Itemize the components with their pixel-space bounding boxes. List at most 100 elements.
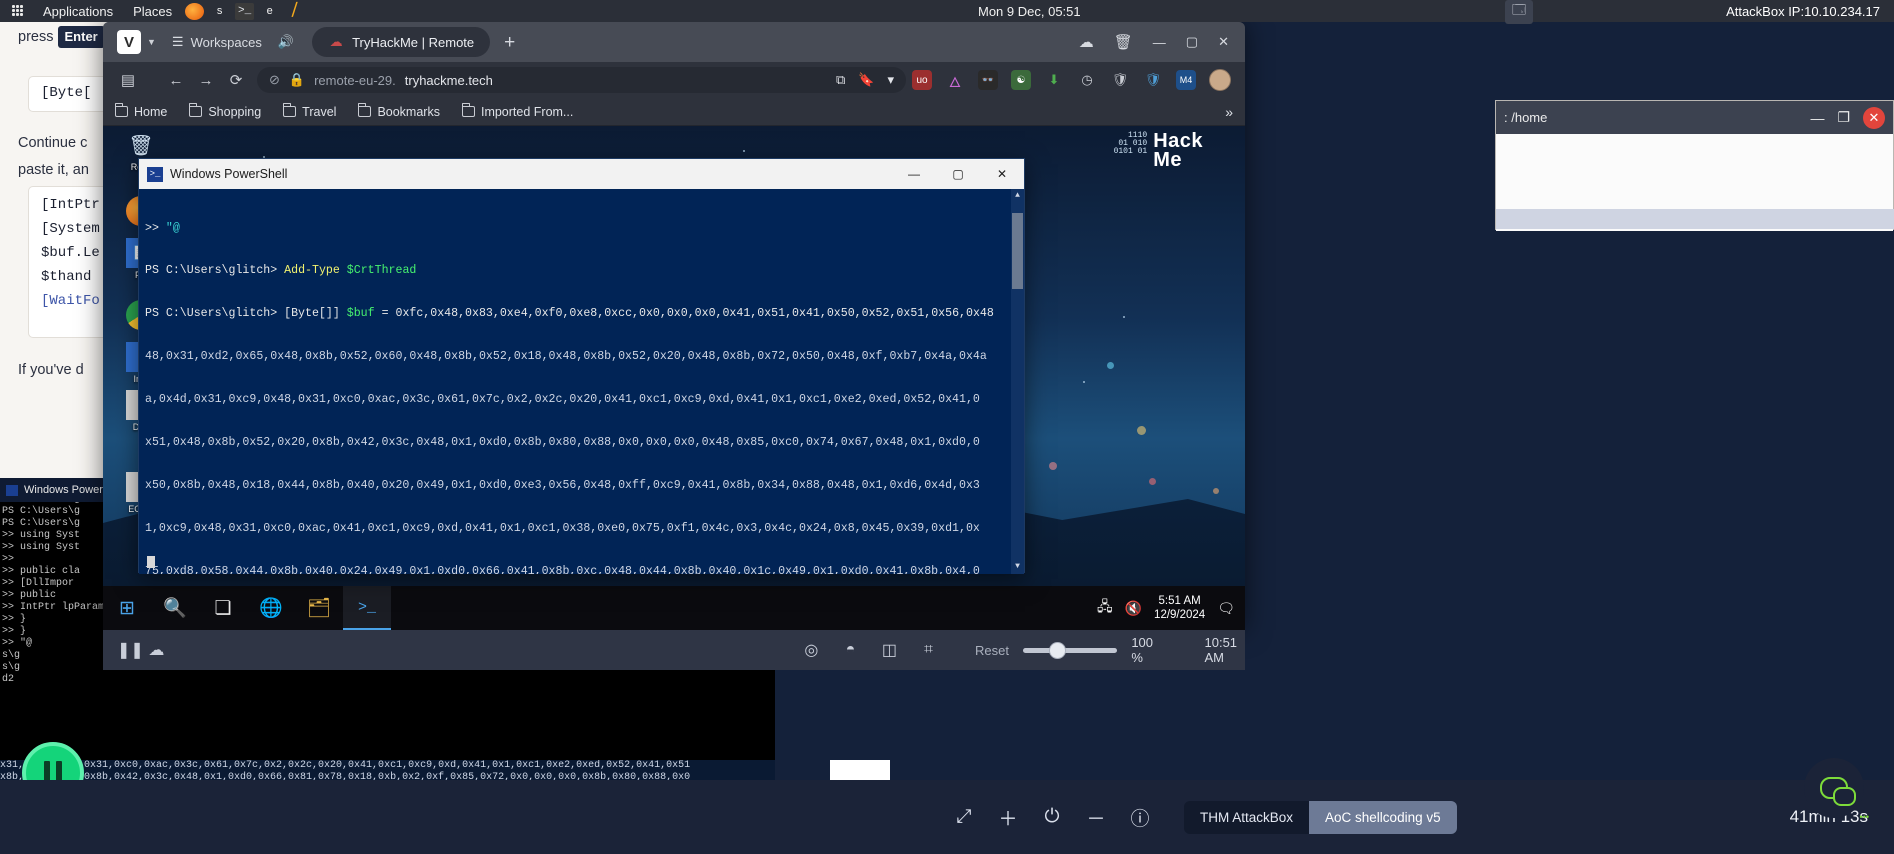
window-label-s[interactable]: s xyxy=(210,3,229,20)
windows-clock-time: 5:51 AM xyxy=(1158,595,1201,607)
browser-maximize-button[interactable]: ▢ xyxy=(1186,34,1198,50)
scrollbar-thumb[interactable] xyxy=(1012,213,1023,289)
reload-icon[interactable]: ⟳ xyxy=(221,67,251,93)
powershell-console-output[interactable]: >> "@ PS C:\Users\glitch> Add-Type $CrtT… xyxy=(139,189,1024,574)
mute-tab-icon[interactable]: 🔊 xyxy=(278,34,294,50)
folder-icon xyxy=(114,103,128,117)
task-view-icon[interactable]: ❏ xyxy=(199,586,247,630)
shield-off-icon[interactable]: ⊘ xyxy=(269,72,280,88)
info-icon[interactable]: ⓘ xyxy=(1118,795,1162,839)
browser-tab-tryhackme[interactable]: ☁ TryHackMe | Remote xyxy=(312,27,491,57)
trash-icon[interactable]: 🗑 xyxy=(1114,33,1133,51)
scroll-down-arrow[interactable]: ▼ xyxy=(1011,560,1024,574)
cloud-sync-icon[interactable]: ☁ xyxy=(1079,33,1094,51)
reset-button[interactable]: Reset xyxy=(975,643,1009,658)
shield-icon[interactable]: 🛡 xyxy=(1110,70,1130,90)
bookmark-home-label: Home xyxy=(134,104,168,119)
powershell-window[interactable]: >_ Windows PowerShell — ▢ ✕ >> "@ PS C:\… xyxy=(138,158,1025,574)
code2-line-3: $thand xyxy=(41,269,92,285)
bookmark-travel[interactable]: Travel xyxy=(282,103,336,119)
ublock-icon[interactable]: uo xyxy=(912,70,932,90)
volume-muted-icon[interactable]: 🔇 xyxy=(1125,600,1142,617)
panel-toggle-icon[interactable]: ▤ xyxy=(113,67,143,93)
lock-icon[interactable]: 🔒 xyxy=(289,72,305,88)
guacamole-toolbar: ❚❚ ☁ ◎ ◓ ◫ ⌗ Reset 100 % 10:51 AM xyxy=(103,630,1245,670)
powershell-minimize-button[interactable]: — xyxy=(892,159,936,189)
cloud-icon[interactable]: ☁ xyxy=(144,630,169,670)
chevron-down-icon[interactable]: ▼ xyxy=(147,37,156,47)
power-icon[interactable]: ⏻ xyxy=(1030,795,1074,839)
bookmarks-overflow-icon[interactable]: » xyxy=(1225,104,1233,120)
search-icon[interactable]: 🔍 xyxy=(151,586,199,630)
url-dropdown-icon[interactable]: ▾ xyxy=(887,72,894,88)
profile-avatar[interactable] xyxy=(1209,69,1231,91)
home-minimize-button[interactable]: — xyxy=(1810,110,1824,126)
minus-icon[interactable]: － xyxy=(1074,795,1118,839)
home-window-titlebar: : /home — ❐ ✕ xyxy=(1496,101,1893,134)
download-icon[interactable]: ⬇ xyxy=(1044,70,1064,90)
fullscreen-icon[interactable]: ⤢ xyxy=(942,795,986,839)
applications-menu[interactable]: Applications xyxy=(33,4,123,19)
copy-icon[interactable]: ⧉ xyxy=(836,72,845,88)
browser-tab-title: TryHackMe | Remote xyxy=(352,34,475,50)
security-icon[interactable]: 🛡 xyxy=(1143,70,1163,90)
eye-icon[interactable]: 👓 xyxy=(978,70,998,90)
chat-bubble-icon[interactable]: ••• xyxy=(1804,758,1869,822)
window-label-e[interactable]: e xyxy=(260,3,279,20)
ps-line: PS C:\Users\glitch> [Byte[]] $buf = 0xfc… xyxy=(145,307,994,321)
scroll-up-arrow[interactable]: ▲ xyxy=(1011,189,1024,203)
powershell-scrollbar[interactable]: ▲ ▼ xyxy=(1011,189,1024,574)
machine-pill-attackbox[interactable]: THM AttackBox xyxy=(1184,800,1310,834)
edge-icon[interactable]: 🌐 xyxy=(247,586,295,630)
vivaldi-logo-icon[interactable]: V xyxy=(117,30,141,54)
home-maximize-button[interactable]: ❐ xyxy=(1837,109,1850,126)
zoom-slider-knob[interactable] xyxy=(1049,641,1067,659)
bookmark-shopping[interactable]: Shopping xyxy=(188,103,261,119)
start-icon[interactable]: ⊞ xyxy=(103,586,151,630)
attackbox-clock[interactable]: Mon 9 Dec, 05:51 xyxy=(978,0,1081,22)
screenshot-icon[interactable]: ◎ xyxy=(799,630,824,670)
pause-icon[interactable]: ❚❚ xyxy=(117,630,144,670)
browser-minimize-button[interactable]: — xyxy=(1153,35,1166,50)
browser-close-button[interactable]: ✕ xyxy=(1218,34,1229,50)
machine-pill-aoc[interactable]: AoC shellcoding v5 xyxy=(1309,800,1457,834)
back-arrow-icon[interactable]: ← xyxy=(161,67,191,93)
home-file-window[interactable]: : /home — ❐ ✕ xyxy=(1495,100,1894,231)
clock-icon[interactable]: ◷ xyxy=(1077,70,1097,90)
applications-grid-icon[interactable] xyxy=(12,5,26,17)
windows-clock[interactable]: 5:51 AM 12/9/2024 xyxy=(1154,594,1205,622)
workspaces-button[interactable]: ☰ Workspaces xyxy=(172,34,262,50)
zoom-slider[interactable] xyxy=(1023,641,1118,659)
url-field[interactable]: ⊘ 🔒 remote-eu-29. tryhackme.tech ⧉ 🔖 ▾ xyxy=(257,67,906,93)
forward-arrow-icon[interactable]: → xyxy=(191,67,221,93)
m4-icon[interactable]: M4 xyxy=(1176,70,1196,90)
bookmark-imported-from[interactable]: Imported From... xyxy=(461,103,573,119)
terminal-icon[interactable]: >_ xyxy=(235,2,255,20)
powershell-taskbar-icon[interactable]: >_ xyxy=(343,586,391,630)
display-icon[interactable]: ◓ xyxy=(838,630,863,670)
network-warning-icon[interactable]: 🖧 xyxy=(1097,596,1113,620)
places-menu[interactable]: Places xyxy=(123,4,182,19)
powershell-icon: >_ xyxy=(147,166,163,182)
flame-icon[interactable]: 🜂 xyxy=(945,70,965,90)
remote-desktop-viewport[interactable]: 1110 01 010 0101 01 Hack Me 🗑 Recy xyxy=(103,126,1245,630)
home-close-button[interactable]: ✕ xyxy=(1863,106,1885,129)
code-icon[interactable]: ⌗ xyxy=(916,630,941,670)
file-explorer-icon[interactable]: 🗂 xyxy=(295,586,343,630)
plus-icon[interactable]: ＋ xyxy=(986,795,1030,839)
powershell-maximize-button[interactable]: ▢ xyxy=(936,159,980,189)
code2-line-2: $buf.Le xyxy=(41,245,100,261)
mask-icon[interactable]: ☯ xyxy=(1011,70,1031,90)
new-tab-button[interactable]: + xyxy=(504,33,515,52)
bookmark-icon[interactable]: 🔖 xyxy=(858,72,874,88)
notification-icon[interactable]: 🗨 xyxy=(1217,600,1235,617)
mirror-icon[interactable]: ◫ xyxy=(877,630,902,670)
bookmark-home[interactable]: Home xyxy=(114,103,168,119)
guacamole-clock: 10:51 AM xyxy=(1204,635,1238,665)
powershell-close-button[interactable]: ✕ xyxy=(980,159,1024,189)
file-manager-icon[interactable]: 🗔 xyxy=(1505,0,1533,24)
bookmark-bookmarks[interactable]: Bookmarks xyxy=(358,103,440,119)
powershell-titlebar[interactable]: >_ Windows PowerShell — ▢ ✕ xyxy=(139,159,1024,189)
sublime-icon[interactable]: ⧸ xyxy=(285,2,304,20)
firefox-icon[interactable] xyxy=(185,2,205,20)
